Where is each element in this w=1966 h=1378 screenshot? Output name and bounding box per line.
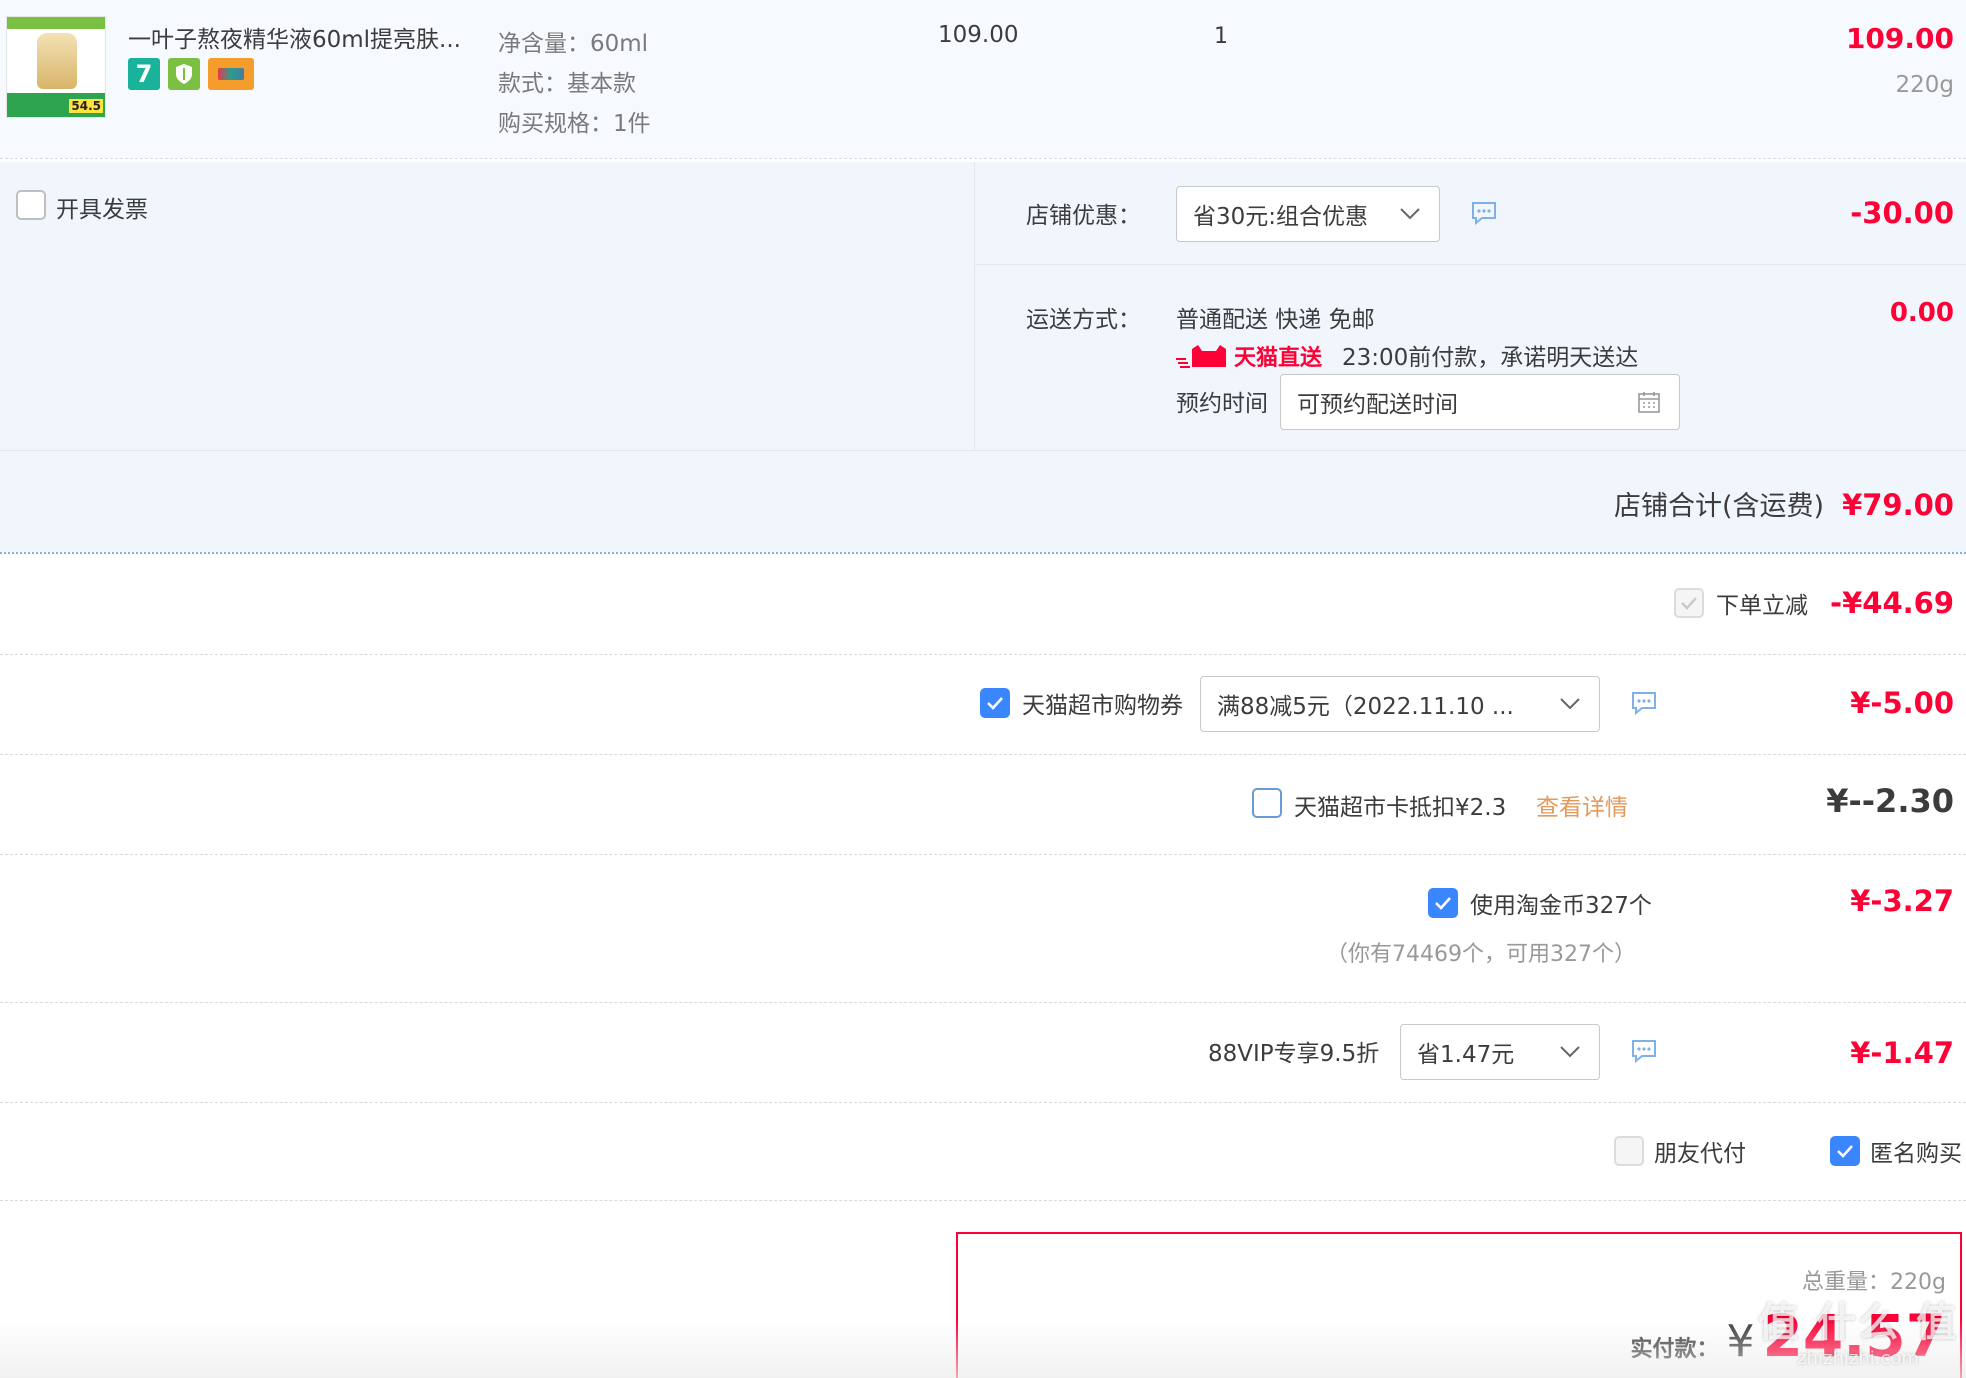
message-icon[interactable]: [1630, 1038, 1658, 1064]
anonymous-checkbox[interactable]: [1830, 1136, 1860, 1166]
friend-pay-label: 朋友代付: [1654, 1141, 1746, 1167]
shop-total-row: 店铺合计(含运费) ¥79.00: [1614, 484, 1954, 523]
chevron-down-icon: [1560, 1046, 1580, 1058]
product-weight: 220g: [1895, 72, 1955, 98]
anonymous-label: 匿名购买: [1870, 1141, 1962, 1167]
product-thumbnail[interactable]: 54.5: [6, 16, 106, 118]
schedule-label: 预约时间: [1176, 391, 1268, 417]
shipping-method: 普通配送 快递 免邮: [1176, 307, 1375, 333]
coupon-label: 天猫超市购物券: [1022, 693, 1183, 719]
chevron-down-icon: [1560, 698, 1580, 710]
watermark: 值 什么 值 zhizhizhi.com: [1758, 1290, 1958, 1369]
check-icon: [1681, 597, 1697, 610]
vip-value: 省1.47元: [1417, 1042, 1515, 1068]
currency-symbol: ¥: [1726, 1316, 1755, 1367]
product-tags: 7: [128, 58, 254, 90]
instant-discount-label: 下单立减: [1716, 593, 1808, 619]
vip-label: 88VIP专享9.5折: [1208, 1041, 1380, 1067]
instant-discount-amount: -¥44.69: [1830, 586, 1954, 620]
product-title[interactable]: 一叶子熬夜精华液60ml提亮肤...: [128, 20, 461, 54]
shop-total-label: 店铺合计(含运费): [1614, 491, 1825, 522]
card-checkbox[interactable]: [1252, 788, 1282, 818]
product-bottle-image: [37, 33, 77, 89]
vip-select[interactable]: 省1.47元: [1400, 1024, 1600, 1080]
product-prop-3: 购买规格：1件: [498, 111, 651, 137]
check-icon: [1837, 1145, 1853, 1158]
check-icon: [987, 697, 1003, 710]
product-prop-2: 款式：基本款: [498, 71, 636, 97]
message-icon[interactable]: [1470, 200, 1498, 226]
shop-discount-value: 省30元:组合优惠: [1193, 204, 1369, 230]
shield-icon: [168, 58, 200, 90]
schedule-placeholder: 可预约配送时间: [1297, 392, 1458, 418]
chevron-down-icon: [1400, 208, 1420, 220]
seven-day-return-icon: 7: [128, 58, 160, 90]
friend-pay-checkbox[interactable]: [1614, 1136, 1644, 1166]
product-prop-1: 净含量：60ml: [498, 31, 649, 57]
coupon-select[interactable]: 满88减5元（2022.11.10 ...: [1200, 676, 1600, 732]
coins-checkbox[interactable]: [1428, 888, 1458, 918]
check-icon: [1435, 897, 1451, 910]
instant-discount-checkbox: [1674, 588, 1704, 618]
watermark-logo: 值 什么 值: [1758, 1300, 1958, 1346]
coins-label: 使用淘金币327个: [1470, 893, 1652, 919]
schedule-time-input[interactable]: 可预约配送时间: [1280, 374, 1680, 430]
unit-price: 109.00: [938, 22, 1019, 48]
pay-label: 实付款：: [1630, 1337, 1719, 1362]
invoice-checkbox[interactable]: [16, 190, 46, 220]
coins-amount: ¥-3.27: [1850, 884, 1954, 918]
watermark-url: zhizhizhi.com: [1797, 1348, 1919, 1369]
shipping-amount: 0.00: [1889, 298, 1954, 328]
card-amount: ¥--2.30: [1826, 782, 1954, 820]
thumbnail-price-badge: 54.5: [69, 99, 103, 113]
message-icon[interactable]: [1630, 690, 1658, 716]
coupon-amount: ¥-5.00: [1850, 686, 1954, 720]
invoice-label: 开具发票: [56, 197, 148, 223]
tmall-direct-text: 天猫直送: [1234, 346, 1323, 371]
calendar-icon: [1638, 392, 1660, 413]
quantity: 1: [1214, 24, 1228, 49]
product-subtotal: 109.00: [1845, 22, 1954, 55]
tmall-cat-icon: [1176, 345, 1226, 368]
credit-card-icon: [208, 58, 254, 90]
tmall-direct-logo: 天猫直送: [1176, 340, 1322, 372]
shipping-promise: 23:00前付款，承诺明天送达: [1342, 345, 1639, 371]
coupon-checkbox[interactable]: [980, 688, 1010, 718]
shipping-label: 运送方式：: [1026, 307, 1141, 333]
coins-note: （你有74469个，可用327个）: [1326, 942, 1636, 967]
vip-amount: ¥-1.47: [1850, 1036, 1954, 1070]
shop-discount-amount: -30.00: [1850, 196, 1954, 230]
product-row: 54.5 一叶子熬夜精华液60ml提亮肤... 7 净含量：60ml 款式：基本…: [0, 0, 1966, 158]
coupon-value: 满88减5元（2022.11.10 ...: [1217, 694, 1514, 720]
shop-discount-select[interactable]: 省30元:组合优惠: [1176, 186, 1440, 242]
shop-discount-label: 店铺优惠：: [1026, 203, 1141, 229]
shop-total-amount: ¥79.00: [1842, 488, 1954, 522]
card-label: 天猫超市卡抵扣¥2.3: [1294, 795, 1507, 821]
card-details-link[interactable]: 查看详情: [1536, 788, 1628, 822]
